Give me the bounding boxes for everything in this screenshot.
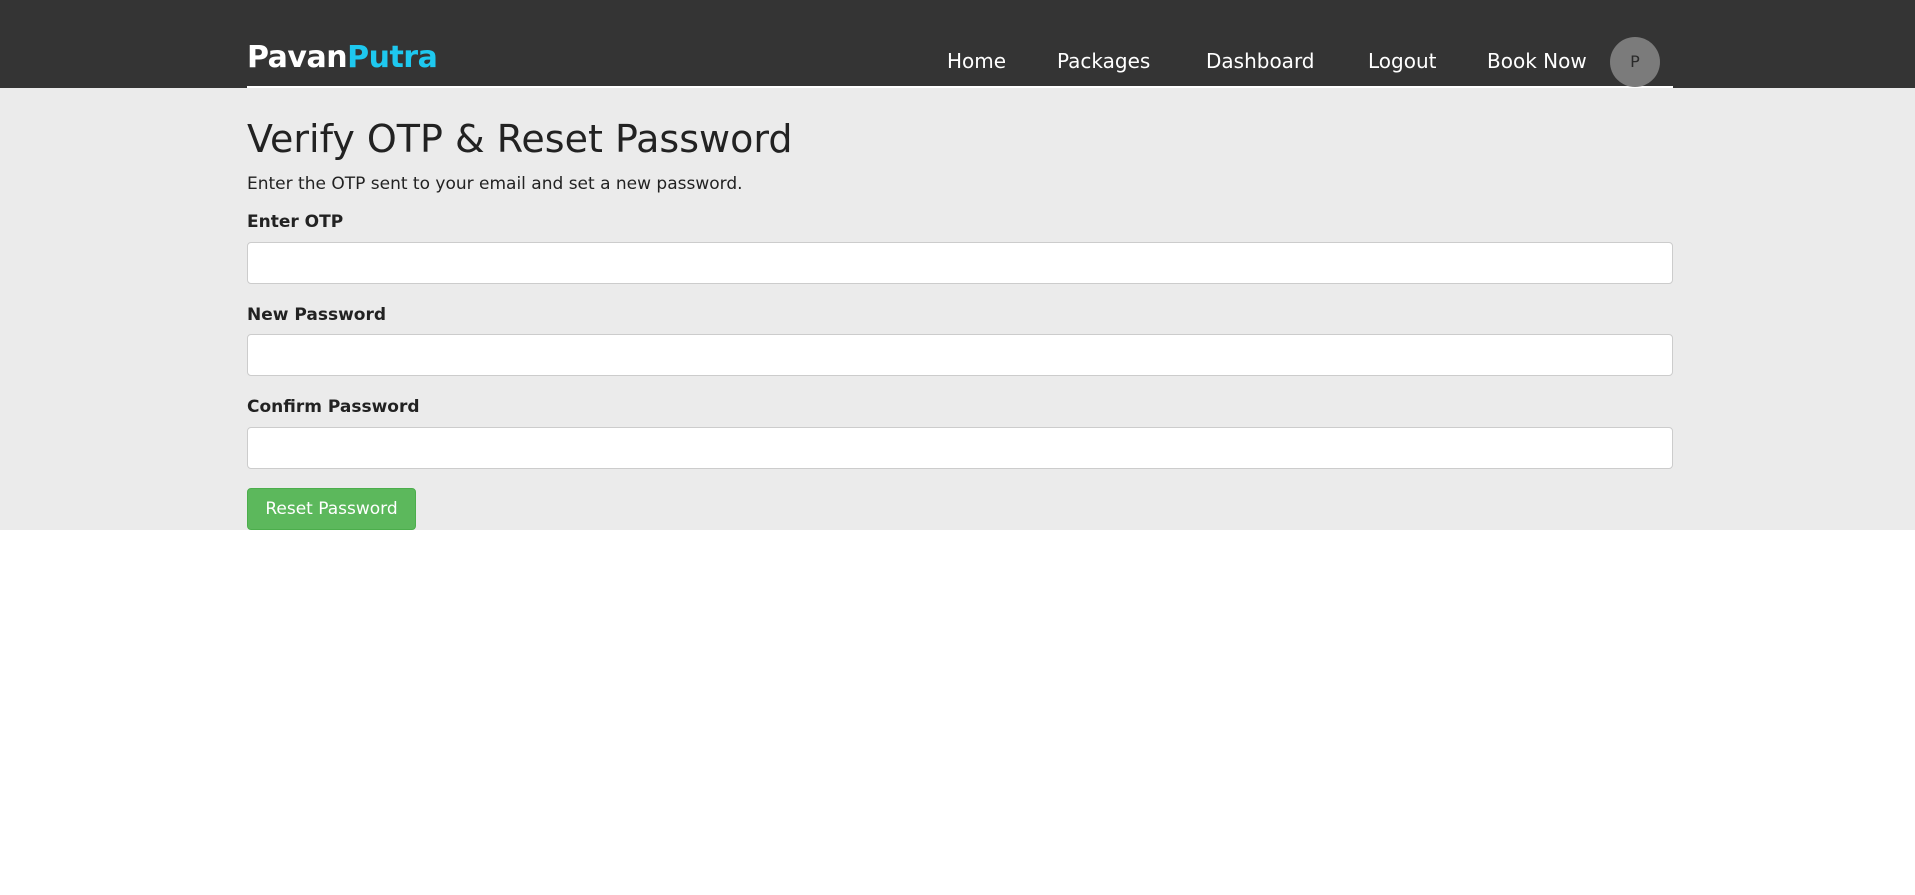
confirm-password-input[interactable] xyxy=(247,427,1673,469)
page-subtitle: Enter the OTP sent to your email and set… xyxy=(247,174,743,194)
nav-link-book-now[interactable]: Book Now xyxy=(1487,46,1587,76)
nav-link-dashboard[interactable]: Dashboard xyxy=(1206,46,1315,76)
user-avatar[interactable]: P xyxy=(1610,37,1660,87)
new-password-input[interactable] xyxy=(247,334,1673,376)
new-password-label: New Password xyxy=(247,305,387,325)
brand-logo-part1: Pavan xyxy=(247,40,348,75)
page-title: Verify OTP & Reset Password xyxy=(247,117,793,161)
reset-password-form: Verify OTP & Reset Password Enter the OT… xyxy=(247,88,1673,530)
nav-link-packages[interactable]: Packages xyxy=(1057,46,1150,76)
brand-logo[interactable]: PavanPutra xyxy=(247,38,438,78)
brand-logo-part2: Putra xyxy=(347,40,438,75)
otp-input[interactable] xyxy=(247,242,1673,284)
confirm-password-label: Confirm Password xyxy=(247,397,420,417)
otp-label: Enter OTP xyxy=(247,212,344,232)
nav-link-logout[interactable]: Logout xyxy=(1368,46,1436,76)
top-navbar: PavanPutra Home Packages Dashboard Logou… xyxy=(0,0,1915,88)
navbar-container: PavanPutra Home Packages Dashboard Logou… xyxy=(247,0,1673,88)
reset-password-button[interactable]: Reset Password xyxy=(247,488,416,530)
reset-password-section: Verify OTP & Reset Password Enter the OT… xyxy=(0,88,1915,530)
nav-link-home[interactable]: Home xyxy=(947,46,1006,76)
